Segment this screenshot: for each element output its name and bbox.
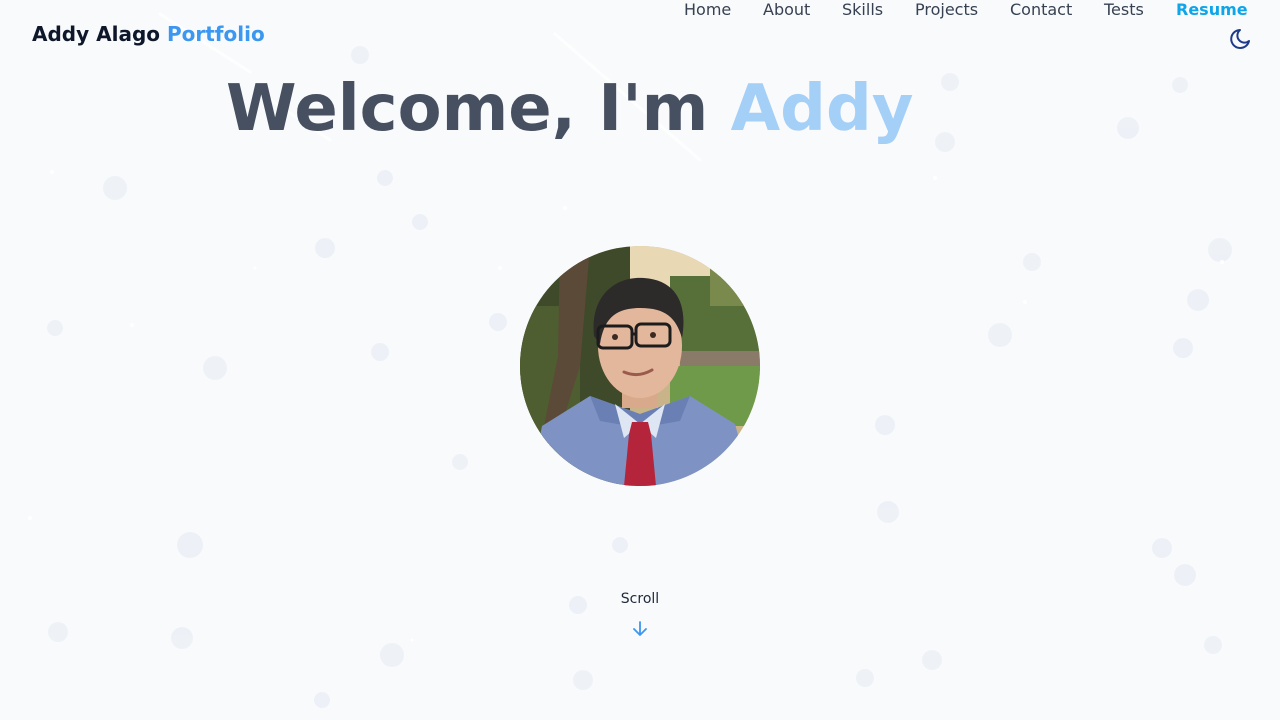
nav-link-skills[interactable]: Skills — [842, 0, 883, 19]
hero-greeting: Welcome, I'm — [226, 72, 709, 146]
scroll-label: Scroll — [620, 591, 660, 607]
nav-link-resume[interactable]: Resume — [1176, 0, 1248, 19]
profile-photo — [520, 246, 760, 486]
top-navigation: Addy Alago Portfolio Home About Skills P… — [0, 0, 1280, 70]
hero-heading: Welcome, I'm Addy — [226, 72, 914, 146]
nav-link-about[interactable]: About — [763, 0, 810, 19]
nav-link-tests[interactable]: Tests — [1104, 0, 1144, 19]
nav-link-projects[interactable]: Projects — [915, 0, 978, 19]
page: Addy Alago Portfolio Home About Skills P… — [0, 0, 1280, 720]
moon-icon — [1230, 29, 1250, 49]
theme-toggle-button[interactable] — [1229, 28, 1251, 50]
nav-link-home[interactable]: Home — [684, 0, 731, 19]
brand-name: Addy Alago — [32, 22, 160, 46]
scroll-down-button[interactable] — [631, 620, 649, 638]
hero-name: Addy — [730, 72, 914, 146]
brand-logo-link[interactable]: Addy Alago Portfolio — [32, 22, 265, 46]
arrow-down-icon — [633, 621, 647, 636]
nav-link-contact[interactable]: Contact — [1010, 0, 1072, 19]
brand-suffix: Portfolio — [166, 22, 265, 46]
